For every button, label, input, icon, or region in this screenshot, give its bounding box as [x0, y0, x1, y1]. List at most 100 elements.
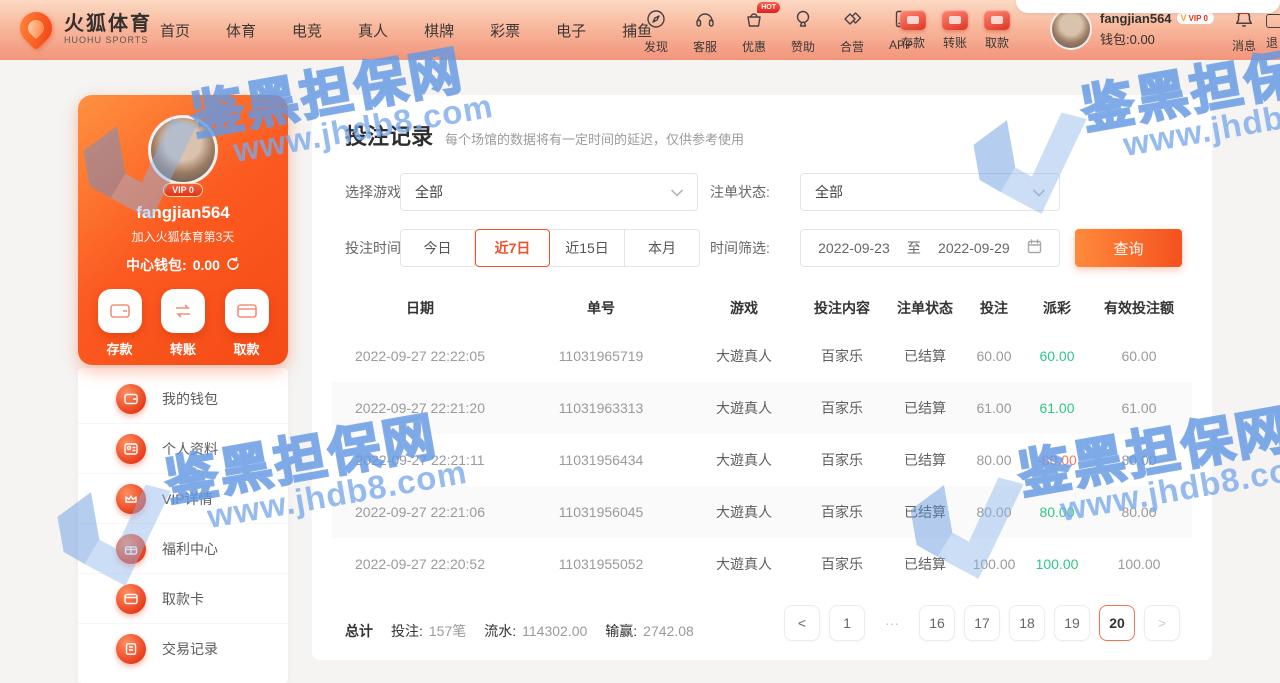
page-ellipsis: ···: [874, 605, 910, 641]
page-18-button[interactable]: 18: [1009, 605, 1045, 641]
bet-count-value: 157笔: [429, 621, 466, 641]
flame-logo-icon: [16, 9, 56, 49]
nav-esports[interactable]: 电竞: [292, 20, 322, 41]
date-range-input[interactable]: 2022-09-23 至 2022-09-29: [800, 229, 1060, 267]
calendar-icon: [1027, 239, 1042, 257]
nav-live[interactable]: 真人: [358, 20, 388, 41]
transfer-button[interactable]: 转账: [942, 10, 968, 51]
table-row: 2022-09-27 22:21:06 11031956045 大遊真人 百家乐…: [332, 486, 1192, 538]
chevron-down-icon: [1033, 184, 1045, 200]
status-select[interactable]: 全部: [800, 173, 1060, 211]
menu-sponsor[interactable]: 赞助: [783, 8, 823, 55]
search-button[interactable]: 查询: [1075, 229, 1182, 267]
next-page-button[interactable]: >: [1144, 605, 1180, 641]
transfer-arrows-icon: [161, 289, 205, 333]
date-to[interactable]: 2022-09-29: [938, 240, 1010, 256]
id-card-icon: [116, 434, 146, 464]
nav-slots[interactable]: 电子: [556, 20, 586, 41]
menu-partner[interactable]: 合营: [832, 8, 872, 55]
menu-discover[interactable]: 发现: [636, 8, 676, 55]
user-info[interactable]: fangjian564 VVIP 0 钱包:0.00: [1050, 8, 1214, 50]
sidebar-item-withdraw-card[interactable]: 取款卡: [78, 574, 288, 624]
compass-icon: [645, 8, 667, 35]
page-17-button[interactable]: 17: [964, 605, 1000, 641]
header-quick-actions: 存款 转账 取款: [900, 10, 1010, 51]
sidebar-menu: 我的钱包 个人资料 VIP详情 福利中心 取款卡 交易记录: [78, 368, 288, 683]
turnover-label: 流水:: [484, 621, 516, 641]
withdraw-button[interactable]: 取款: [984, 10, 1010, 51]
bank-card-icon: [225, 289, 269, 333]
tab-this-month[interactable]: 本月: [625, 229, 700, 267]
nav-sports[interactable]: 体育: [226, 20, 256, 41]
headset-icon: [694, 8, 716, 35]
page-16-button[interactable]: 16: [919, 605, 955, 641]
date-separator: 至: [907, 238, 921, 258]
sidebar-item-my-wallet[interactable]: 我的钱包: [78, 374, 288, 424]
crown-icon: [116, 484, 146, 514]
sidebar-item-welfare[interactable]: 福利中心: [78, 524, 288, 574]
profile-avatar[interactable]: [148, 115, 218, 185]
turnover-value: 114302.00: [522, 623, 587, 639]
user-avatar[interactable]: [1050, 8, 1092, 50]
table-row: 2022-09-27 22:21:20 11031963313 大遊真人 百家乐…: [332, 382, 1192, 434]
table-row: 2022-09-27 22:21:11 11031956434 大遊真人 百家乐…: [332, 434, 1192, 486]
profile-actions: 存款 转账 取款: [78, 289, 288, 358]
withdraw-icon: [984, 10, 1010, 30]
time-filter-label: 投注时间:: [345, 229, 405, 267]
brand-title: 火狐体育: [64, 13, 152, 35]
wallet-balance: 钱包:0.00: [1100, 29, 1214, 48]
sidebar-withdraw-button[interactable]: 取款: [225, 289, 269, 358]
winloss-value: 2742.08: [643, 623, 694, 639]
sidebar-deposit-button[interactable]: 存款: [98, 289, 142, 358]
brand-logo[interactable]: 火狐体育 HUOHU SPORTS: [16, 9, 152, 49]
logout-icon: [1266, 14, 1280, 28]
game-filter-label: 选择游戏:: [345, 173, 405, 211]
date-from[interactable]: 2022-09-23: [818, 240, 890, 256]
gift-icon: [116, 534, 146, 564]
header-icon-menu: 发现 客服 HOT 优惠 赞助 合营 APP: [636, 8, 921, 55]
nav-lottery[interactable]: 彩票: [490, 20, 520, 41]
wallet-icon: [116, 384, 146, 414]
total-label: 总计: [345, 621, 373, 641]
totals-summary: 总计 投注: 157笔 流水: 114302.00 输赢: 2742.08: [345, 613, 694, 649]
sidebar-item-profile[interactable]: 个人资料: [78, 424, 288, 474]
page-title: 投注记录: [345, 119, 433, 151]
sidebar-item-vip[interactable]: VIP详情: [78, 474, 288, 524]
table-header-row: 日期 单号 游戏 投注内容 注单状态 投注 派彩 有效投注额: [332, 285, 1192, 330]
page-20-button[interactable]: 20: [1099, 605, 1135, 641]
tab-last-7-days[interactable]: 近7日: [475, 229, 550, 267]
tab-last-15-days[interactable]: 近15日: [550, 229, 625, 267]
profile-vip-badge: VIP 0: [163, 183, 203, 197]
tags-icon: [841, 8, 863, 35]
tab-today[interactable]: 今日: [400, 229, 475, 267]
messages-button[interactable]: 36 消息: [1222, 8, 1266, 54]
document-icon: [116, 634, 146, 664]
profile-card: VIP 0 fangjian564 加入火狐体育第3天 中心钱包: 0.00 存…: [78, 95, 288, 365]
date-filter-label: 时间筛选:: [710, 229, 770, 267]
bet-count-label: 投注:: [391, 621, 423, 641]
transfer-icon: [942, 10, 968, 30]
top-dropdown-edge: [1016, 0, 1280, 13]
logout-button[interactable]: 退: [1266, 14, 1280, 51]
sidebar-transfer-button[interactable]: 转账: [161, 289, 205, 358]
winloss-label: 输赢:: [605, 621, 637, 641]
refresh-icon[interactable]: [226, 257, 240, 274]
hot-badge: HOT: [757, 2, 780, 13]
sidebar-item-transactions[interactable]: 交易记录: [78, 624, 288, 674]
prev-page-button[interactable]: <: [784, 605, 820, 641]
menu-promo[interactable]: HOT 优惠: [734, 8, 774, 55]
table-row: 2022-09-27 22:20:52 11031955052 大遊真人 百家乐…: [332, 538, 1192, 590]
profile-join-text: 加入火狐体育第3天: [78, 228, 288, 245]
profile-username: fangjian564: [78, 203, 288, 223]
nav-chess[interactable]: 棋牌: [424, 20, 454, 41]
status-filter-label: 注单状态:: [710, 173, 770, 211]
page-19-button[interactable]: 19: [1054, 605, 1090, 641]
page-1-button[interactable]: 1: [829, 605, 865, 641]
deposit-button[interactable]: 存款: [900, 10, 926, 51]
menu-support[interactable]: 客服: [685, 8, 725, 55]
game-select[interactable]: 全部: [400, 173, 698, 211]
nav-home[interactable]: 首页: [160, 20, 190, 41]
balloon-icon: [792, 8, 814, 35]
pagination: < 1 ··· 16 17 18 19 20 >: [784, 605, 1180, 641]
bank-card-icon: [116, 584, 146, 614]
